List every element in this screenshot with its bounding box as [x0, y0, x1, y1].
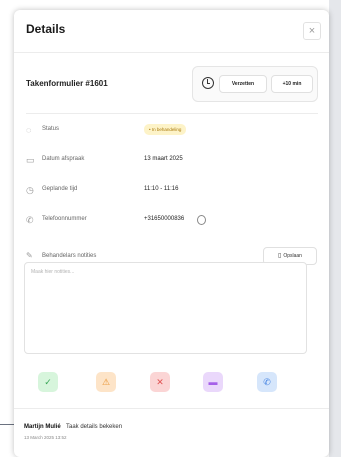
close-icon: ✕: [156, 377, 164, 387]
copy-icon[interactable]: [197, 215, 206, 225]
field-label: Telefoonnummer: [42, 216, 87, 222]
divider: [26, 113, 318, 114]
move-button[interactable]: Verzetten: [219, 75, 267, 93]
pen-icon: ✎: [26, 251, 33, 260]
details-panel: Details × Takenformulier #1601 Verzetten…: [14, 10, 329, 457]
notes-input[interactable]: [24, 262, 307, 354]
document-icon: ▯: [278, 253, 282, 259]
task-name: Takenformulier #1601: [26, 79, 108, 88]
save-label: Opslaan: [283, 253, 302, 259]
close-icon: ×: [308, 25, 316, 37]
check-icon: ✓: [44, 377, 52, 387]
field-value: 11:10 - 11:16: [144, 186, 179, 192]
clock-icon: ◷: [26, 185, 34, 195]
log-user: Martijn Mulié: [24, 424, 61, 430]
add-10-min-button[interactable]: +10 min: [271, 75, 313, 93]
warning-icon: ⚠: [101, 377, 111, 387]
panel-header: Details ×: [14, 10, 329, 53]
check-button[interactable]: ✓: [38, 372, 58, 392]
notes-label: Behandelars notities: [42, 253, 97, 259]
warning-button[interactable]: ⚠: [96, 372, 116, 392]
phone-icon: ✆: [26, 215, 34, 225]
close-button[interactable]: ×: [303, 22, 321, 40]
field-time: ◷ Geplande tijd 11:10 - 11:16: [26, 181, 318, 201]
circle-icon: ◌: [26, 125, 32, 135]
background-scrollbar: [329, 0, 341, 457]
reject-button[interactable]: ✕: [150, 372, 170, 392]
log-time: 13 March 2025 13:52: [24, 435, 67, 440]
call-button[interactable]: ✆: [257, 372, 277, 392]
status-badge: • In behandeling: [144, 124, 187, 135]
field-label: Status: [42, 126, 60, 132]
task-row: Takenformulier #1601 Verzetten +10 min: [26, 66, 318, 106]
field-label: Datum afspraak: [42, 156, 85, 162]
field-label: Geplande tijd: [42, 186, 78, 192]
field-phone: ✆ Telefoonnummer +31650000836: [26, 211, 318, 231]
panel-title: Details: [26, 22, 66, 36]
field-value: 13 maart 2025: [144, 156, 183, 162]
log-divider: [14, 408, 329, 409]
calendar-icon: ▭: [26, 155, 35, 165]
field-status: ◌ Status • In behandeling: [26, 121, 318, 141]
phone-icon: ✆: [263, 377, 271, 387]
timer-controls: Verzetten +10 min: [192, 66, 318, 102]
clock-icon: [202, 77, 214, 89]
field-date: ▭ Datum afspraak 13 maart 2025: [26, 151, 318, 171]
message-icon: ▬: [208, 377, 218, 387]
field-value: +31650000836: [144, 216, 185, 222]
log-action: Taak details bekeken: [66, 424, 123, 430]
message-button[interactable]: ▬: [203, 372, 223, 392]
